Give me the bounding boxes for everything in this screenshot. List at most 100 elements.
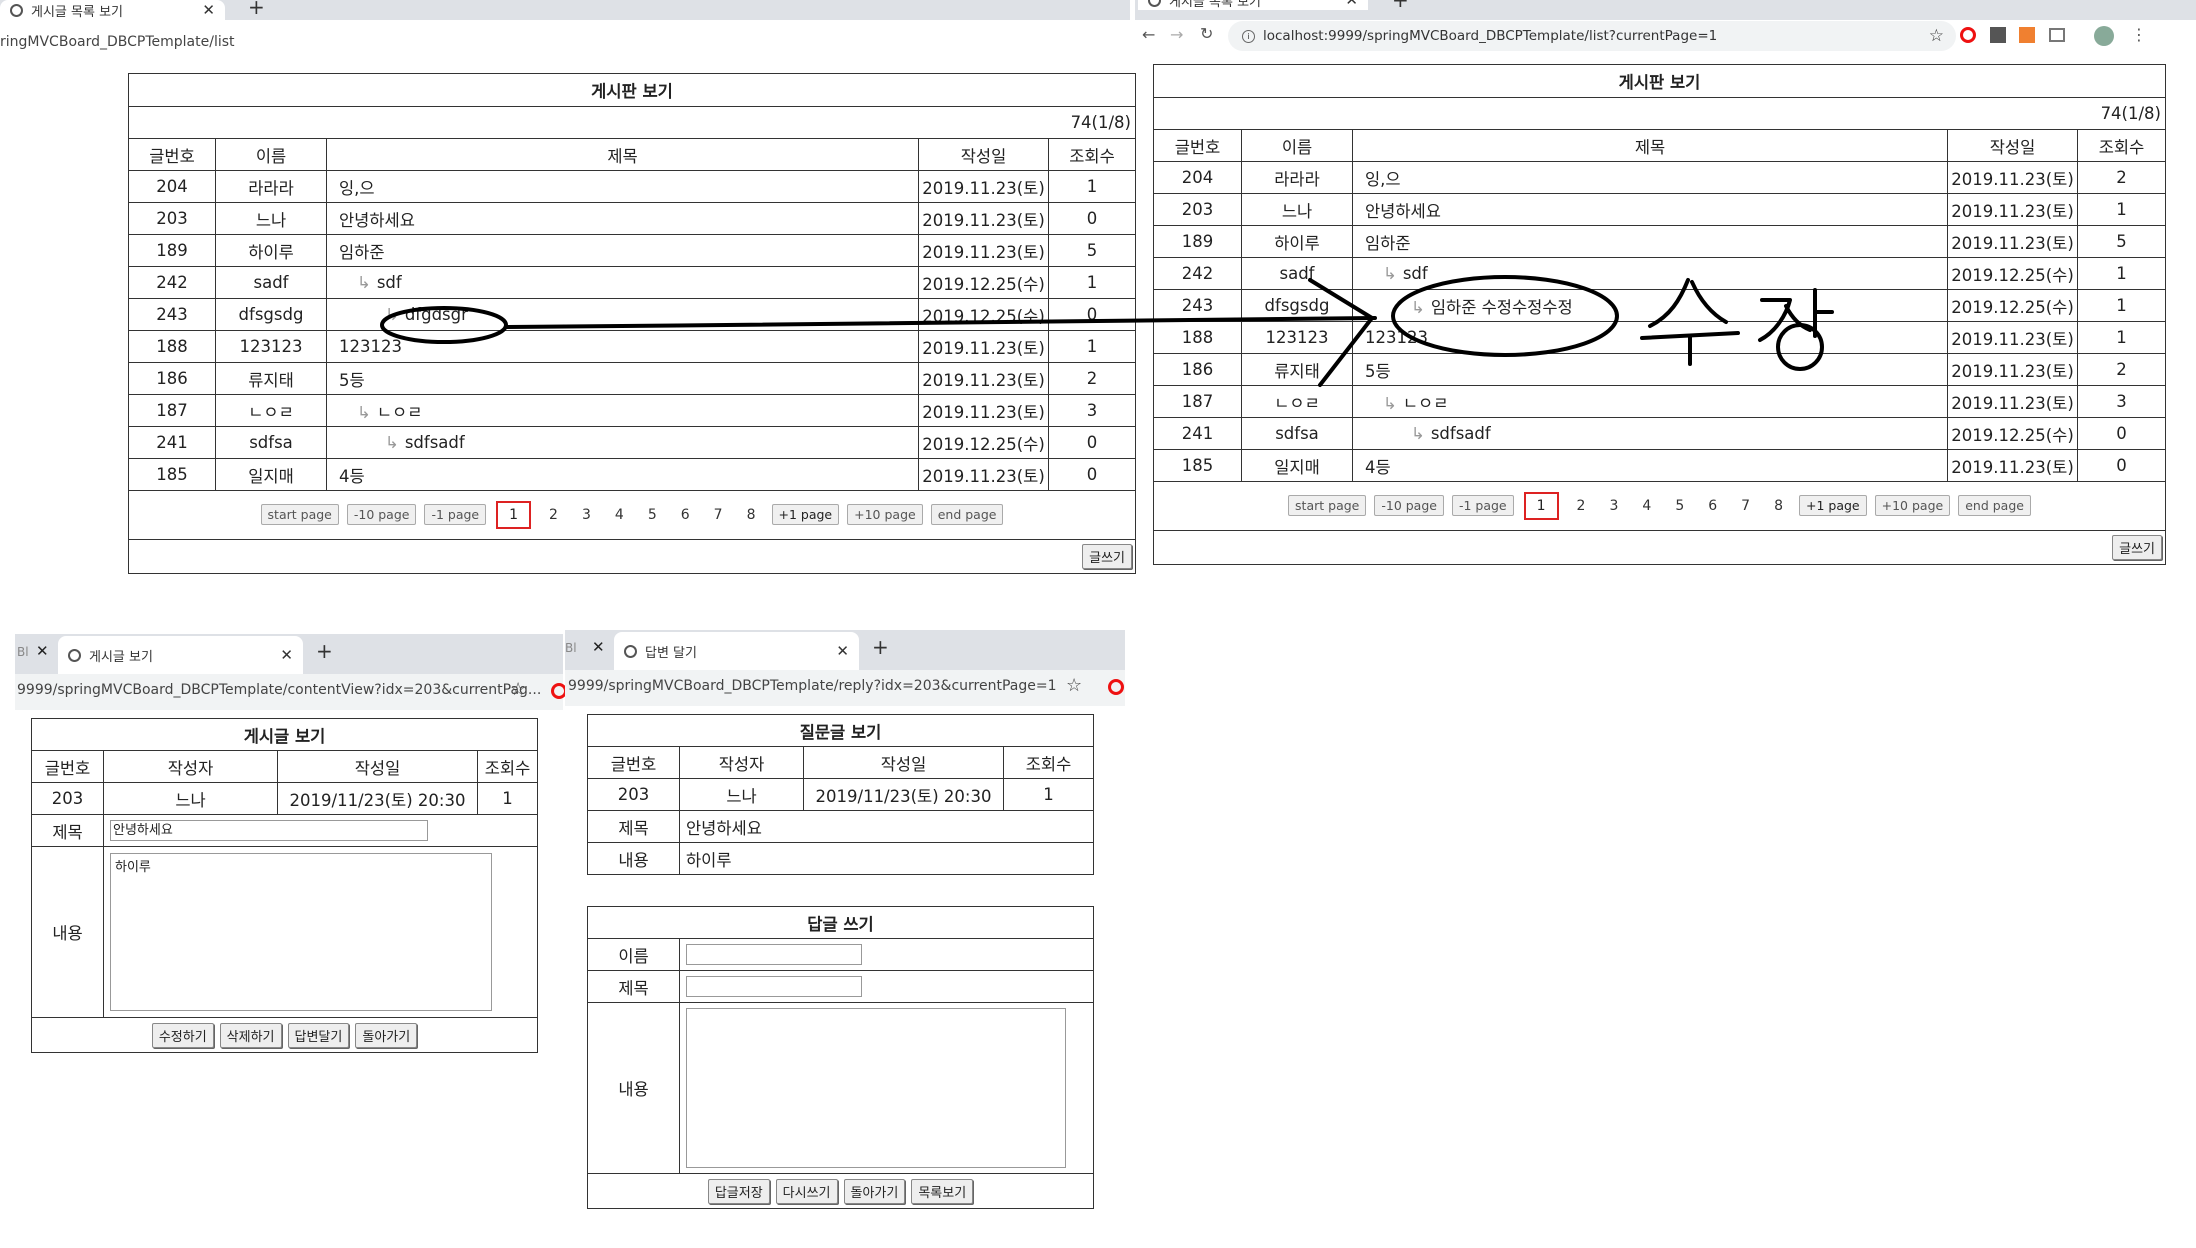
row-title[interactable]: ↳ 임하준 수정수정수정 bbox=[1352, 289, 1948, 322]
opera-icon[interactable] bbox=[1960, 27, 1976, 43]
row-title-link[interactable]: 임하준 bbox=[339, 243, 385, 262]
reload-icon[interactable]: ↻ bbox=[1200, 24, 1213, 43]
row-title-link[interactable]: 5등 bbox=[339, 371, 365, 390]
row-title[interactable]: 잉,으 bbox=[1352, 161, 1948, 194]
extension-icon[interactable] bbox=[2019, 27, 2035, 43]
row-title-link[interactable]: 잉,으 bbox=[1365, 170, 1401, 189]
write-button[interactable]: 글쓰기 bbox=[2112, 535, 2162, 560]
row-title-link[interactable]: dfgdsgr bbox=[405, 305, 468, 324]
next-1-page-button[interactable]: +1 page bbox=[1799, 495, 1867, 516]
row-title-link[interactable]: sdfsadf bbox=[1431, 424, 1491, 443]
row-title-link[interactable]: 임하준 bbox=[1365, 234, 1411, 253]
address-bar[interactable]: ringMVCBoard_DBCPTemplate/list bbox=[0, 34, 300, 56]
page-link[interactable]: 7 bbox=[714, 507, 723, 523]
row-title-link[interactable]: sdf bbox=[1403, 264, 1428, 283]
start-page-button[interactable]: start page bbox=[260, 504, 339, 525]
row-title[interactable]: 임하준 bbox=[1352, 225, 1948, 258]
name-input[interactable] bbox=[686, 944, 862, 965]
tab-content-view[interactable]: 게시글 보기 ✕ bbox=[58, 636, 303, 674]
star-icon[interactable]: ☆ bbox=[1929, 26, 1944, 46]
row-title-link[interactable]: sdfsadf bbox=[405, 433, 465, 452]
row-title[interactable]: 5등 bbox=[326, 362, 919, 395]
row-title[interactable]: 123123 bbox=[326, 330, 919, 363]
row-title-link[interactable]: 123123 bbox=[339, 337, 402, 356]
row-title[interactable]: 잉,으 bbox=[326, 170, 919, 203]
opera-icon[interactable] bbox=[1108, 679, 1124, 695]
row-title[interactable]: 임하준 bbox=[326, 234, 919, 267]
page-link[interactable]: 5 bbox=[648, 507, 657, 523]
back-button[interactable]: 돌아가기 bbox=[355, 1022, 418, 1048]
row-title[interactable]: ↳ sdfsadf bbox=[1352, 417, 1948, 450]
page-link[interactable]: 6 bbox=[681, 507, 690, 523]
row-title[interactable]: ↳ dfgdsgr bbox=[326, 298, 919, 331]
page-link[interactable]: 8 bbox=[1774, 498, 1783, 514]
close-icon[interactable]: ✕ bbox=[36, 642, 49, 660]
tab-list[interactable]: 게시글 목록 보기 ✕ bbox=[0, 0, 225, 20]
star-icon[interactable]: ☆ bbox=[510, 679, 526, 700]
row-title[interactable]: 4등 bbox=[326, 458, 919, 491]
page-link[interactable]: 5 bbox=[1675, 498, 1684, 514]
reply-button[interactable]: 답변달기 bbox=[287, 1022, 350, 1048]
row-title-link[interactable]: ㄴㅇㄹ bbox=[1403, 394, 1449, 413]
prev-1-page-button[interactable]: -1 page bbox=[424, 504, 487, 525]
page-link[interactable]: 3 bbox=[582, 507, 591, 523]
end-page-button[interactable]: end page bbox=[1958, 495, 2031, 516]
row-title[interactable]: ↳ ㄴㅇㄹ bbox=[326, 394, 919, 427]
page-link[interactable]: 4 bbox=[1642, 498, 1651, 514]
cast-icon[interactable] bbox=[2049, 28, 2065, 42]
page-link[interactable]: 7 bbox=[1741, 498, 1750, 514]
content-textarea[interactable]: 하이루 bbox=[110, 853, 492, 1011]
row-title-link[interactable]: 123123 bbox=[1365, 328, 1428, 347]
row-title[interactable]: ↳ sdf bbox=[1352, 257, 1948, 290]
prev-1-page-button[interactable]: -1 page bbox=[1451, 495, 1514, 516]
back-button[interactable]: 돌아가기 bbox=[843, 1178, 906, 1204]
content-textarea[interactable] bbox=[686, 1008, 1066, 1168]
subject-input[interactable]: 안녕하세요 bbox=[110, 820, 428, 841]
row-title-link[interactable]: 잉,으 bbox=[339, 179, 375, 198]
delete-button[interactable]: 삭제하기 bbox=[219, 1022, 282, 1048]
row-title[interactable]: 5등 bbox=[1352, 353, 1948, 386]
avatar[interactable] bbox=[2094, 26, 2114, 46]
row-title[interactable]: 123123 bbox=[1352, 321, 1948, 354]
row-title-link[interactable]: 4등 bbox=[339, 467, 365, 486]
list-button[interactable]: 목록보기 bbox=[911, 1178, 974, 1204]
new-tab-icon[interactable]: + bbox=[872, 635, 889, 659]
row-title-link[interactable]: 안녕하세요 bbox=[339, 211, 415, 230]
next-10-page-button[interactable]: +10 page bbox=[847, 504, 923, 525]
row-title-link[interactable]: sdf bbox=[377, 273, 402, 292]
tab-reply[interactable]: 답변 달기 ✕ bbox=[614, 632, 859, 670]
edit-button[interactable]: 수정하기 bbox=[151, 1022, 214, 1048]
page-link[interactable]: 2 bbox=[549, 507, 558, 523]
page-link[interactable]: 3 bbox=[1609, 498, 1618, 514]
new-tab-icon[interactable]: + bbox=[316, 639, 333, 663]
close-icon[interactable]: ✕ bbox=[280, 646, 293, 664]
tab-list[interactable]: 게시글 목록 보기 ✕ bbox=[1138, 0, 1368, 10]
write-button[interactable]: 글쓰기 bbox=[1082, 544, 1132, 569]
current-page[interactable]: 1 bbox=[1523, 492, 1559, 520]
forward-icon[interactable]: → bbox=[1170, 25, 1183, 44]
row-title-link[interactable]: 안녕하세요 bbox=[1365, 202, 1441, 221]
page-link[interactable]: 2 bbox=[1577, 498, 1586, 514]
address-bar[interactable]: i localhost:9999/springMVCBoard_DBCPTemp… bbox=[1228, 21, 1956, 51]
info-icon[interactable]: i bbox=[1242, 29, 1255, 43]
save-reply-button[interactable]: 답글저장 bbox=[707, 1178, 770, 1204]
next-10-page-button[interactable]: +10 page bbox=[1874, 495, 1951, 516]
start-page-button[interactable]: start page bbox=[1288, 495, 1367, 516]
close-icon[interactable]: ✕ bbox=[592, 638, 605, 656]
star-icon[interactable]: ☆ bbox=[1066, 675, 1082, 696]
end-page-button[interactable]: end page bbox=[930, 504, 1004, 525]
row-title[interactable]: 안녕하세요 bbox=[1352, 193, 1948, 226]
row-title[interactable]: ↳ sdfsadf bbox=[326, 426, 919, 459]
row-title-link[interactable]: 4등 bbox=[1365, 458, 1391, 477]
row-title-link[interactable]: 임하준 수정수정수정 bbox=[1431, 298, 1573, 317]
prev-10-page-button[interactable]: -10 page bbox=[1374, 495, 1444, 516]
page-link[interactable]: 6 bbox=[1708, 498, 1717, 514]
row-title-link[interactable]: 5등 bbox=[1365, 362, 1391, 381]
rewrite-button[interactable]: 다시쓰기 bbox=[775, 1178, 838, 1204]
row-title[interactable]: 4등 bbox=[1352, 449, 1948, 482]
close-icon[interactable]: ✕ bbox=[836, 642, 849, 660]
page-link[interactable]: 4 bbox=[615, 507, 624, 523]
close-icon[interactable]: ✕ bbox=[202, 1, 215, 19]
page-link[interactable]: 8 bbox=[747, 507, 756, 523]
prev-10-page-button[interactable]: -10 page bbox=[346, 504, 417, 525]
